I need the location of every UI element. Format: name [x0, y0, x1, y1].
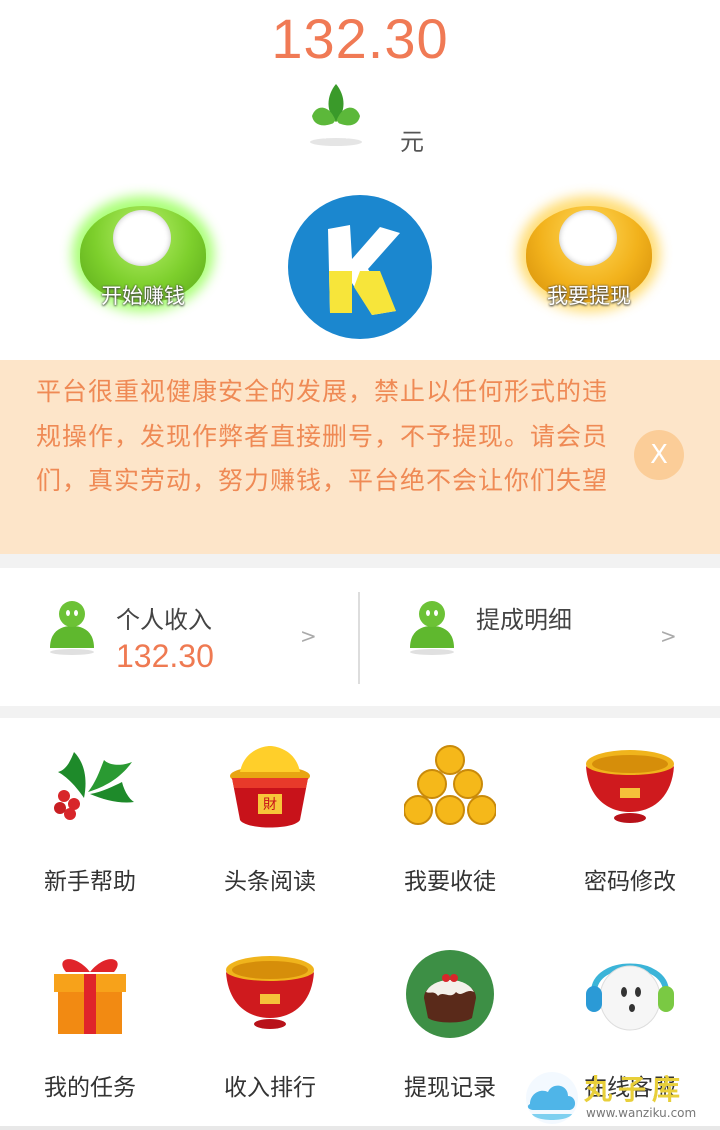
svg-text:財: 財 — [263, 797, 277, 813]
pudding-icon — [406, 950, 494, 1038]
balance-amount: 132.30 — [271, 7, 449, 70]
red-bowl-icon — [226, 956, 314, 1029]
start-earning-label: 开始赚钱 — [101, 284, 185, 308]
holly-icon — [54, 752, 134, 820]
orb-hole — [113, 210, 171, 266]
menu-item-withdraw-records[interactable]: 提现记录 — [360, 924, 540, 1124]
notice-text: 平台很重视健康安全的发展，禁止以任何形式的违规操作，发现作弊者直接删号，不予提现… — [36, 377, 609, 495]
leaf-logo-icon — [310, 84, 362, 146]
balance-unit-row: 元 — [0, 82, 720, 156]
orb-hole — [559, 210, 617, 266]
menu-label: 新手帮助 — [44, 869, 136, 895]
menu-label: 我要收徒 — [404, 869, 496, 895]
personal-income-item[interactable]: 个人收入 132.30 > — [0, 568, 360, 706]
cloud-logo-icon — [526, 1072, 578, 1124]
withdraw-button[interactable]: 我要提现 — [518, 196, 660, 312]
treasure-bowl-icon: 財 — [230, 746, 310, 828]
chevron-right-icon: > — [660, 624, 677, 648]
menu-item-income-ranking[interactable]: 收入排行 — [180, 924, 360, 1124]
k-logo-icon — [288, 195, 432, 339]
personal-income-label: 个人收入 — [116, 606, 212, 634]
withdraw-label: 我要提现 — [547, 284, 631, 308]
red-bowl-icon — [586, 750, 674, 823]
action-row: 开始赚钱 我要提现 — [0, 192, 720, 342]
chevron-right-icon: > — [300, 624, 317, 648]
start-earning-button[interactable]: 开始赚钱 — [72, 196, 214, 312]
currency-unit: 元 — [400, 128, 424, 156]
stats-panel: 个人收入 132.30 > 提成明细 > — [0, 568, 720, 706]
menu-label: 头条阅读 — [224, 869, 316, 895]
section-divider — [0, 706, 720, 718]
menu-item-recruit-disciples[interactable]: 我要收徒 — [360, 718, 540, 918]
menu-label: 提现记录 — [404, 1075, 496, 1101]
watermark-title: 丸子库 — [584, 1073, 687, 1106]
notice-close-button[interactable]: X — [634, 430, 684, 480]
commission-details-item[interactable]: 提成明细 > — [360, 568, 720, 706]
section-divider — [0, 554, 720, 568]
menu-item-headline-reading[interactable]: 財 头条阅读 — [180, 718, 360, 918]
menu-item-my-tasks[interactable]: 我的任务 — [0, 924, 180, 1124]
menu-item-change-password[interactable]: 密码修改 — [540, 718, 720, 918]
menu-label: 密码修改 — [584, 869, 676, 895]
gift-box-icon — [54, 959, 126, 1034]
menu-grid: 新手帮助 財 头条阅读 我要收徒 密码修改 我的任务 收入排行 提现记录 在线客… — [0, 718, 720, 1118]
user-icon — [410, 601, 454, 655]
headset-icon — [586, 963, 674, 1031]
menu-item-beginner-help[interactable]: 新手帮助 — [0, 718, 180, 918]
notice-banner: 平台很重视健康安全的发展，禁止以任何形式的违规操作，发现作弊者直接删号，不予提现… — [0, 360, 720, 554]
site-watermark: 丸子库 www.wanziku.com — [522, 1066, 718, 1130]
menu-label: 我的任务 — [44, 1075, 136, 1101]
user-icon — [50, 601, 94, 655]
personal-income-value: 132.30 — [116, 638, 214, 674]
watermark-url: www.wanziku.com — [586, 1106, 697, 1120]
commission-details-label: 提成明细 — [476, 606, 572, 634]
gold-coins-icon — [404, 745, 496, 825]
menu-label: 收入排行 — [224, 1075, 316, 1101]
